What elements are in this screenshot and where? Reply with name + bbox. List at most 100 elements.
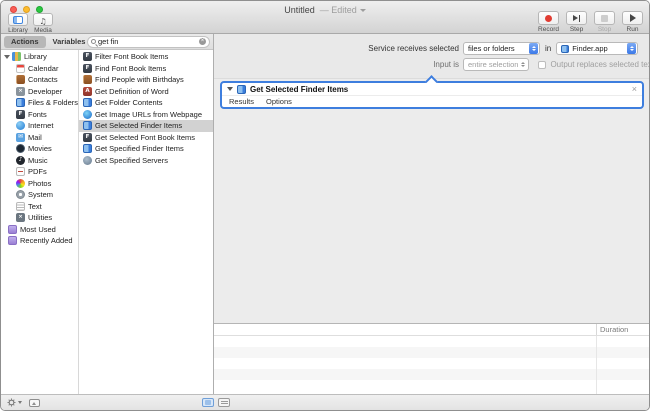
duration-column-divider: [596, 336, 597, 394]
sidebar-item-contacts[interactable]: Contacts: [1, 74, 78, 86]
workflow-view-toggle[interactable]: [202, 398, 214, 407]
action-list-item[interactable]: Get Definition of Word: [79, 86, 213, 98]
text-document-icon: [16, 201, 25, 211]
document-title: Untitled: [284, 5, 315, 15]
workflow-view-icon: [205, 400, 211, 405]
log-rows: [214, 336, 649, 394]
in-label: in: [545, 44, 552, 53]
action-list-item[interactable]: Get Folder Contents: [79, 97, 213, 109]
sidebar-item-fonts[interactable]: Fonts: [1, 109, 78, 121]
sidebar-item-recently-added[interactable]: Recently Added: [1, 235, 78, 247]
stop-button[interactable]: Stop: [594, 11, 615, 33]
step-icon: [572, 14, 581, 22]
sidebar-item-text[interactable]: Text: [1, 201, 78, 213]
library-sidebar-icon: [13, 15, 23, 24]
sidebar-item-library[interactable]: Library: [1, 51, 78, 63]
list-view-toggle[interactable]: [218, 398, 230, 407]
log-row: [214, 380, 649, 391]
action-list-item[interactable]: Find People with Birthdays: [79, 74, 213, 86]
photos-icon: [16, 178, 25, 188]
input-type-dropdown[interactable]: files or folders: [463, 42, 540, 55]
run-button[interactable]: Run: [622, 11, 643, 33]
titlebar: Untitled — Edited Library Media Record S…: [1, 1, 649, 34]
font-book-icon: [83, 52, 92, 62]
servers-icon: [83, 155, 92, 165]
action-list-item[interactable]: Find Font Book Items: [79, 63, 213, 75]
system-gear-icon: [16, 190, 25, 200]
results-link[interactable]: Results: [229, 97, 254, 106]
disclosure-triangle-icon[interactable]: [4, 54, 10, 59]
record-button[interactable]: Record: [538, 11, 559, 33]
sidebar-item-pdfs[interactable]: PDFs: [1, 166, 78, 178]
sidebar-item-internet[interactable]: Internet: [1, 120, 78, 132]
action-list-item[interactable]: Get Image URLs from Webpage: [79, 109, 213, 121]
sidebar-item-developer[interactable]: Developer: [1, 86, 78, 98]
finder-icon: [237, 84, 246, 94]
font-book-icon: [83, 63, 92, 73]
action-block-header: Get Selected Finder Items ×: [222, 83, 642, 96]
workflow-canvas[interactable]: Get Selected Finder Items × Results Opti…: [214, 74, 649, 323]
finder-icon: [83, 144, 92, 154]
record-icon: [545, 14, 552, 22]
internet-globe-icon: [16, 121, 25, 131]
clear-search-icon[interactable]: [199, 38, 206, 45]
duration-column-header[interactable]: Duration: [596, 324, 649, 335]
movies-icon: [16, 144, 25, 154]
input-selection-dropdown[interactable]: entire selection: [463, 58, 530, 71]
font-book-icon: [83, 132, 92, 142]
action-menu-button[interactable]: [7, 398, 22, 407]
action-list-item[interactable]: Filter Font Book Items: [79, 51, 213, 63]
log-column-header[interactable]: [214, 324, 596, 335]
log-row: [214, 369, 649, 380]
service-config-bar: Service receives selected files or folde…: [214, 34, 649, 78]
log-row: [214, 347, 649, 358]
sidebar-item-calendar[interactable]: Calendar: [1, 63, 78, 75]
tab-actions[interactable]: Actions: [4, 35, 46, 48]
sidebar-item-photos[interactable]: Photos: [1, 178, 78, 190]
sidebar-item-most-used[interactable]: Most Used: [1, 224, 78, 236]
log-row: [214, 336, 649, 347]
dropdown-stepper-icon: [529, 43, 538, 54]
sidebar-item-movies[interactable]: Movies: [1, 143, 78, 155]
sidebar-item-music[interactable]: Music: [1, 155, 78, 167]
output-replaces-checkbox[interactable]: [538, 60, 547, 69]
options-link[interactable]: Options: [266, 97, 292, 106]
library-pane: Actions Variables Library Calendar: [1, 34, 214, 394]
workflow-action-block[interactable]: Get Selected Finder Items × Results Opti…: [220, 74, 644, 109]
output-replaces-label: Output replaces selected text: [550, 60, 650, 69]
sidebar-item-system[interactable]: System: [1, 189, 78, 201]
close-action-icon[interactable]: ×: [632, 84, 637, 94]
title-chevron-icon[interactable]: [359, 9, 366, 12]
tab-variables[interactable]: Variables: [53, 37, 86, 46]
library-button[interactable]: Library: [8, 13, 28, 34]
bottom-bar: [1, 394, 649, 410]
application-dropdown[interactable]: Finder.app: [556, 42, 639, 55]
dictionary-icon: [83, 86, 92, 96]
disclosure-triangle-icon[interactable]: [227, 87, 233, 91]
action-list-item-selected[interactable]: Get Selected Finder Items: [79, 120, 213, 132]
action-list-item[interactable]: Get Specified Servers: [79, 155, 213, 167]
music-icon: [16, 155, 25, 165]
action-list-item[interactable]: Get Selected Font Book Items: [79, 132, 213, 144]
chevron-down-icon: [18, 401, 22, 404]
sidebar-item-mail[interactable]: Mail: [1, 132, 78, 144]
action-block-title: Get Selected Finder Items: [250, 84, 349, 94]
finder-icon: [16, 98, 25, 108]
contacts-icon: [16, 75, 25, 85]
search-input[interactable]: [98, 37, 199, 46]
sidebar-item-utilities[interactable]: Utilities: [1, 212, 78, 224]
media-browser-button[interactable]: [29, 398, 40, 407]
font-book-icon: [16, 109, 25, 119]
action-list-item[interactable]: Get Specified Finder Items: [79, 143, 213, 155]
main-area: Actions Variables Library Calendar: [1, 34, 649, 394]
search-field[interactable]: [87, 35, 210, 48]
step-button[interactable]: Step: [566, 11, 587, 33]
developer-icon: [16, 86, 25, 96]
search-icon: [91, 39, 96, 44]
sidebar-item-files-folders[interactable]: Files & Folders: [1, 97, 78, 109]
media-button[interactable]: Media: [33, 13, 53, 34]
dropdown-stepper-icon: [627, 43, 637, 54]
smart-folder-icon: [8, 224, 17, 234]
run-icon: [629, 14, 636, 22]
safari-icon: [83, 109, 92, 119]
